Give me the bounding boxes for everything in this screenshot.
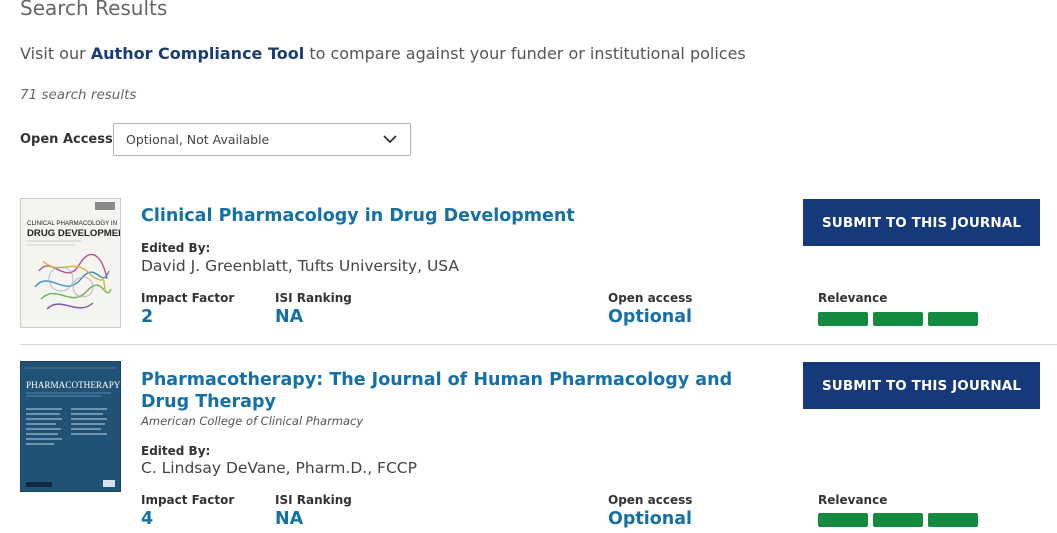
relevance-bar	[818, 312, 868, 326]
cover-artwork: CLINICAL PHARMACOLOGY IN DRUG DEVELOPMEN…	[21, 199, 120, 327]
result-divider	[20, 344, 1057, 345]
search-results-page: Search Results Visit our Author Complian…	[0, 0, 1057, 533]
open-access-label: Open access	[608, 291, 693, 305]
relevance-bar	[873, 513, 923, 527]
journal-title-link[interactable]: Pharmacotherapy: The Journal of Human Ph…	[141, 369, 751, 413]
compliance-message: Visit our Author Compliance Tool to comp…	[20, 44, 746, 63]
result-count: 71 search results	[20, 87, 137, 103]
compliance-suffix: to compare against your funder or instit…	[304, 44, 746, 63]
impact-factor-label: Impact Factor	[141, 493, 235, 507]
relevance-label: Relevance	[818, 493, 888, 507]
open-access-label: Open access	[608, 493, 693, 507]
edited-by-label: Edited By:	[141, 241, 211, 255]
journal-society: American College of Clinical Pharmacy	[141, 414, 364, 428]
isi-ranking-value: NA	[275, 307, 304, 327]
open-access-value: Optional	[608, 307, 693, 327]
relevance-bar	[928, 312, 978, 326]
open-access-value: Optional	[608, 509, 693, 529]
cover-artwork: PHARMACOTHERAPY	[21, 362, 120, 491]
cover-title-line1: PHARMACOTHERAPY	[26, 380, 120, 390]
journal-title-link[interactable]: Clinical Pharmacology in Drug Developmen…	[141, 205, 751, 227]
journal-cover-image[interactable]: CLINICAL PHARMACOLOGY IN DRUG DEVELOPMEN…	[20, 198, 121, 328]
isi-ranking-label: ISI Ranking	[275, 493, 352, 507]
open-access-filter-select[interactable]: Optional, Not Available	[113, 123, 411, 156]
impact-factor-value: 4	[141, 509, 154, 529]
impact-factor-value: 2	[141, 307, 154, 327]
submit-to-journal-button[interactable]: SUBMIT TO THIS JOURNAL	[803, 362, 1040, 409]
impact-factor-label: Impact Factor	[141, 291, 235, 305]
relevance-meter	[818, 312, 978, 326]
cover-title-line1: CLINICAL PHARMACOLOGY IN	[27, 220, 117, 227]
open-access-filter-label: Open Access:	[20, 132, 118, 147]
author-compliance-tool-link[interactable]: Author Compliance Tool	[91, 44, 304, 63]
relevance-bar	[818, 513, 868, 527]
relevance-meter	[818, 513, 978, 527]
journal-cover-image[interactable]: PHARMACOTHERAPY	[20, 361, 121, 492]
isi-ranking-value: NA	[275, 509, 304, 529]
journal-editor: David J. Greenblatt, Tufts University, U…	[141, 257, 460, 275]
cover-title-line2: DRUG DEVELOPMENT	[27, 228, 120, 239]
compliance-prefix: Visit our	[20, 44, 91, 63]
relevance-bar	[873, 312, 923, 326]
submit-to-journal-button[interactable]: SUBMIT TO THIS JOURNAL	[803, 199, 1040, 246]
relevance-label: Relevance	[818, 291, 888, 305]
isi-ranking-label: ISI Ranking	[275, 291, 352, 305]
open-access-selected-value: Optional, Not Available	[126, 132, 270, 147]
relevance-bar	[928, 513, 978, 527]
chevron-down-icon	[383, 135, 397, 144]
journal-editor: C. Lindsay DeVane, Pharm.D., FCCP	[141, 459, 417, 477]
page-title: Search Results	[20, 0, 168, 20]
edited-by-label: Edited By:	[141, 444, 211, 458]
